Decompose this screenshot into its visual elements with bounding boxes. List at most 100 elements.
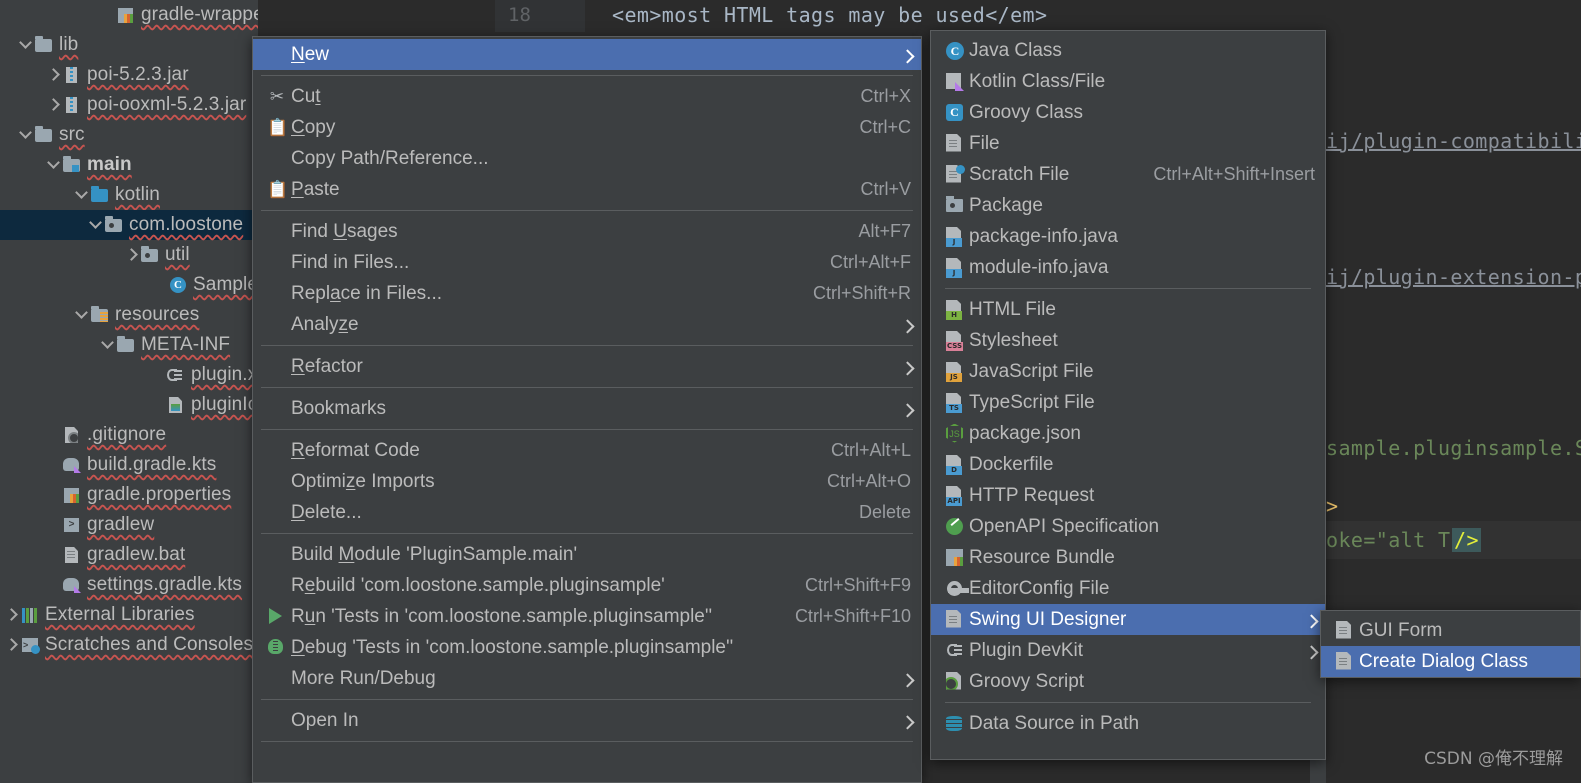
- tree-item[interactable]: External Libraries: [0, 600, 258, 630]
- tree-toggle-down-icon[interactable]: [18, 127, 34, 143]
- menu-item[interactable]: Jpackage-info.java: [931, 221, 1325, 252]
- menu-item[interactable]: Find Usages Alt+F7: [253, 216, 921, 247]
- tree-item[interactable]: gradle.properties: [0, 480, 258, 510]
- tree-toggle-down-icon[interactable]: [74, 307, 90, 323]
- tree-item[interactable]: pluginIcon: [0, 390, 258, 420]
- tree-item[interactable]: .gitignore: [0, 420, 258, 450]
- editor-code-fragment-1: ij/plugin-compatibili: [1326, 129, 1581, 153]
- tree-toggle-down-icon[interactable]: [46, 157, 62, 173]
- menu-item[interactable]: Jmodule-info.java: [931, 252, 1325, 283]
- tree-item[interactable]: util: [0, 240, 258, 270]
- menu-separator: [945, 702, 1311, 703]
- plugin-icon: [947, 643, 962, 658]
- menu-item[interactable]: C Groovy Class: [931, 97, 1325, 128]
- menu-item[interactable]: File: [931, 128, 1325, 159]
- menu-item[interactable]: Reformat Code Ctrl+Alt+L: [253, 435, 921, 466]
- tree-item[interactable]: C SampleA: [0, 270, 258, 300]
- menu-item[interactable]: D Dockerfile: [931, 449, 1325, 480]
- tree-item[interactable]: com.loostone: [0, 210, 258, 240]
- tree-item[interactable]: settings.gradle.kts: [0, 570, 258, 600]
- file-icon: [1336, 620, 1351, 639]
- menu-item[interactable]: OpenAPI Specification: [931, 511, 1325, 542]
- menu-item[interactable]: JS package.json: [931, 418, 1325, 449]
- menu-item-label: Groovy Class: [969, 101, 1084, 123]
- menu-item-label: OpenAPI Specification: [969, 515, 1160, 537]
- tree-item[interactable]: poi-ooxml-5.2.3.jar: [0, 90, 258, 120]
- menu-item-label: Plugin DevKit: [969, 639, 1084, 661]
- menu-item-label: File: [969, 132, 1000, 154]
- tree-item[interactable]: resources: [0, 300, 258, 330]
- tree-toggle-right-icon[interactable]: [46, 97, 62, 113]
- menu-item[interactable]: API HTTP Request: [931, 480, 1325, 511]
- tree-item[interactable]: gradle-wrapper.properties: [0, 0, 258, 30]
- tree-toggle-right-icon[interactable]: [124, 247, 140, 263]
- menu-item[interactable]: Build Module 'PluginSample.main': [253, 539, 921, 570]
- tree-toggle-right-icon[interactable]: [4, 637, 20, 653]
- tree-item[interactable]: build.gradle.kts: [0, 450, 258, 480]
- menu-item[interactable]: 📋 Copy Ctrl+C: [253, 112, 921, 143]
- menu-item[interactable]: H HTML File: [931, 294, 1325, 325]
- menu-item[interactable]: CSS Stylesheet: [931, 325, 1325, 356]
- tree-item[interactable]: plugin.xml: [0, 360, 258, 390]
- tree-toggle-down-icon[interactable]: [100, 337, 116, 353]
- menu-item-label: Bookmarks: [291, 397, 387, 419]
- new-submenu[interactable]: C Java Class Kotlin Class/File C Groovy Clas…: [930, 30, 1326, 760]
- menu-item[interactable]: Run 'Tests in 'com.loostone.sample.plugi…: [253, 601, 921, 632]
- tree-toggle-down-icon[interactable]: [74, 187, 90, 203]
- menu-item[interactable]: ✂ Cut Ctrl+X: [253, 81, 921, 112]
- menu-item[interactable]: Copy Path/Reference...: [253, 143, 921, 174]
- menu-item[interactable]: Open In: [253, 705, 921, 736]
- menu-item[interactable]: EditorConfig File: [931, 573, 1325, 604]
- project-tree[interactable]: gradle-wrapper.properties lib poi-5.2.3.ja…: [0, 0, 258, 783]
- menu-item-label: Reformat Code: [291, 439, 420, 461]
- tree-toggle-right-icon[interactable]: [46, 67, 62, 83]
- menu-item-shortcut: Ctrl+Alt+O: [826, 471, 911, 491]
- menu-item[interactable]: Plugin DevKit: [931, 635, 1325, 666]
- menu-item[interactable]: Bookmarks: [253, 393, 921, 424]
- context-menu[interactable]: New ✂ Cut Ctrl+X 📋 Copy Ctrl+C Copy Path/Refere…: [252, 36, 922, 783]
- menu-item[interactable]: Create Dialog Class: [1321, 646, 1580, 677]
- menu-item[interactable]: GUI Form: [1321, 615, 1580, 646]
- menu-item[interactable]: Replace in Files... Ctrl+Shift+R: [253, 278, 921, 309]
- menu-item[interactable]: Resource Bundle: [931, 542, 1325, 573]
- menu-item-label: Data Source in Path: [969, 712, 1140, 734]
- menu-item[interactable]: Scratch File Ctrl+Alt+Shift+Insert: [931, 159, 1325, 190]
- tree-toggle-down-icon[interactable]: [88, 217, 104, 233]
- menu-item[interactable]: TS TypeScript File: [931, 387, 1325, 418]
- tree-item[interactable]: gradlew.bat: [0, 540, 258, 570]
- menu-item[interactable]: Refactor: [253, 351, 921, 382]
- tree-item[interactable]: META-INF: [0, 330, 258, 360]
- menu-item[interactable]: Swing UI Designer: [931, 604, 1325, 635]
- menu-item[interactable]: Optimize Imports Ctrl+Alt+O: [253, 466, 921, 497]
- menu-item[interactable]: New: [253, 39, 921, 70]
- menu-item[interactable]: Rebuild 'com.loostone.sample.pluginsampl…: [253, 570, 921, 601]
- tree-item[interactable]: main: [0, 150, 258, 180]
- menu-item[interactable]: Groovy Script: [931, 666, 1325, 697]
- editor-code-fragment-4: >: [1326, 494, 1339, 518]
- tree-item[interactable]: lib: [0, 30, 258, 60]
- menu-item-icon: C: [943, 102, 969, 124]
- plugin-icon: [166, 366, 185, 384]
- menu-item[interactable]: Data Source in Path: [931, 708, 1325, 739]
- tree-item[interactable]: kotlin: [0, 180, 258, 210]
- tree-item-label: gradlew.bat: [87, 544, 186, 565]
- tree-item-label: gradle.properties: [87, 484, 232, 505]
- menu-item[interactable]: 📋 Paste Ctrl+V: [253, 174, 921, 205]
- menu-item[interactable]: More Run/Debug: [253, 663, 921, 694]
- tree-toggle-right-icon[interactable]: [4, 607, 20, 623]
- menu-item[interactable]: JS JavaScript File: [931, 356, 1325, 387]
- menu-item[interactable]: Delete... Delete: [253, 497, 921, 528]
- tree-item[interactable]: > gradlew: [0, 510, 258, 540]
- tree-item[interactable]: poi-5.2.3.jar: [0, 60, 258, 90]
- menu-item[interactable]: Package: [931, 190, 1325, 221]
- tree-item[interactable]: src: [0, 120, 258, 150]
- tree-toggle-down-icon[interactable]: [18, 37, 34, 53]
- menu-item[interactable]: Debug 'Tests in 'com.loostone.sample.plu…: [253, 632, 921, 663]
- menu-item[interactable]: Analyze: [253, 309, 921, 340]
- tree-item[interactable]: > Scratches and Consoles: [0, 630, 258, 660]
- menu-item-icon: [265, 668, 291, 690]
- swing-ui-designer-submenu[interactable]: GUI Form Create Dialog Class: [1320, 610, 1581, 678]
- menu-item[interactable]: C Java Class: [931, 35, 1325, 66]
- menu-item[interactable]: Kotlin Class/File: [931, 66, 1325, 97]
- menu-item[interactable]: Find in Files... Ctrl+Alt+F: [253, 247, 921, 278]
